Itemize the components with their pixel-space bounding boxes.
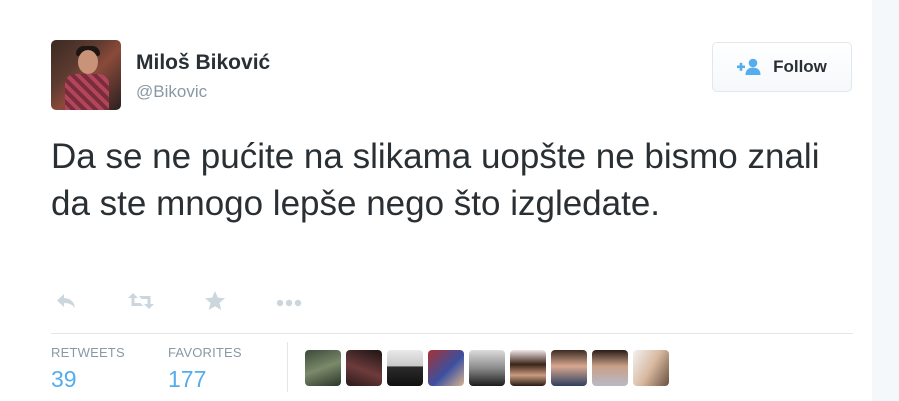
favoriter-avatar[interactable] (469, 350, 505, 386)
stats-separator (287, 342, 288, 392)
favoriter-avatars (305, 350, 669, 386)
add-user-icon (737, 58, 763, 76)
reply-icon (55, 292, 79, 315)
favoriter-avatar[interactable] (510, 350, 546, 386)
favorites-stat[interactable]: FAVORITES 177 (168, 345, 242, 393)
reply-button[interactable] (51, 289, 83, 317)
author-name[interactable]: Miloš Biković (136, 51, 270, 75)
favoriter-avatar[interactable] (428, 350, 464, 386)
follow-button-label: Follow (773, 57, 827, 76)
retweets-count: 39 (51, 366, 77, 392)
avatar-shirt (65, 74, 109, 110)
favoriter-avatar[interactable] (551, 350, 587, 386)
favoriter-avatar[interactable] (346, 350, 382, 386)
more-button[interactable] (273, 289, 305, 317)
retweets-stat[interactable]: RETWEETS 39 (51, 345, 125, 393)
retweets-label: RETWEETS (51, 345, 125, 360)
favorite-button[interactable] (199, 289, 231, 317)
page-edge (872, 0, 899, 401)
retweet-button[interactable] (125, 289, 157, 317)
more-icon (276, 294, 302, 312)
favorites-label: FAVORITES (168, 345, 242, 360)
favoriter-avatar[interactable] (592, 350, 628, 386)
favoriter-avatar[interactable] (305, 350, 341, 386)
author-handle[interactable]: @Bikovic (136, 82, 207, 102)
star-icon (204, 290, 226, 317)
favoriter-avatar[interactable] (633, 350, 669, 386)
favorites-count: 177 (168, 366, 207, 392)
favoriter-avatar[interactable] (387, 350, 423, 386)
stats-divider (51, 333, 853, 334)
tweet-text: Da se ne pućite na slikama uopšte ne bis… (51, 137, 820, 223)
follow-button[interactable]: Follow (712, 42, 852, 92)
avatar-head (78, 50, 98, 74)
author-avatar[interactable] (51, 40, 121, 110)
retweet-icon (127, 291, 155, 316)
